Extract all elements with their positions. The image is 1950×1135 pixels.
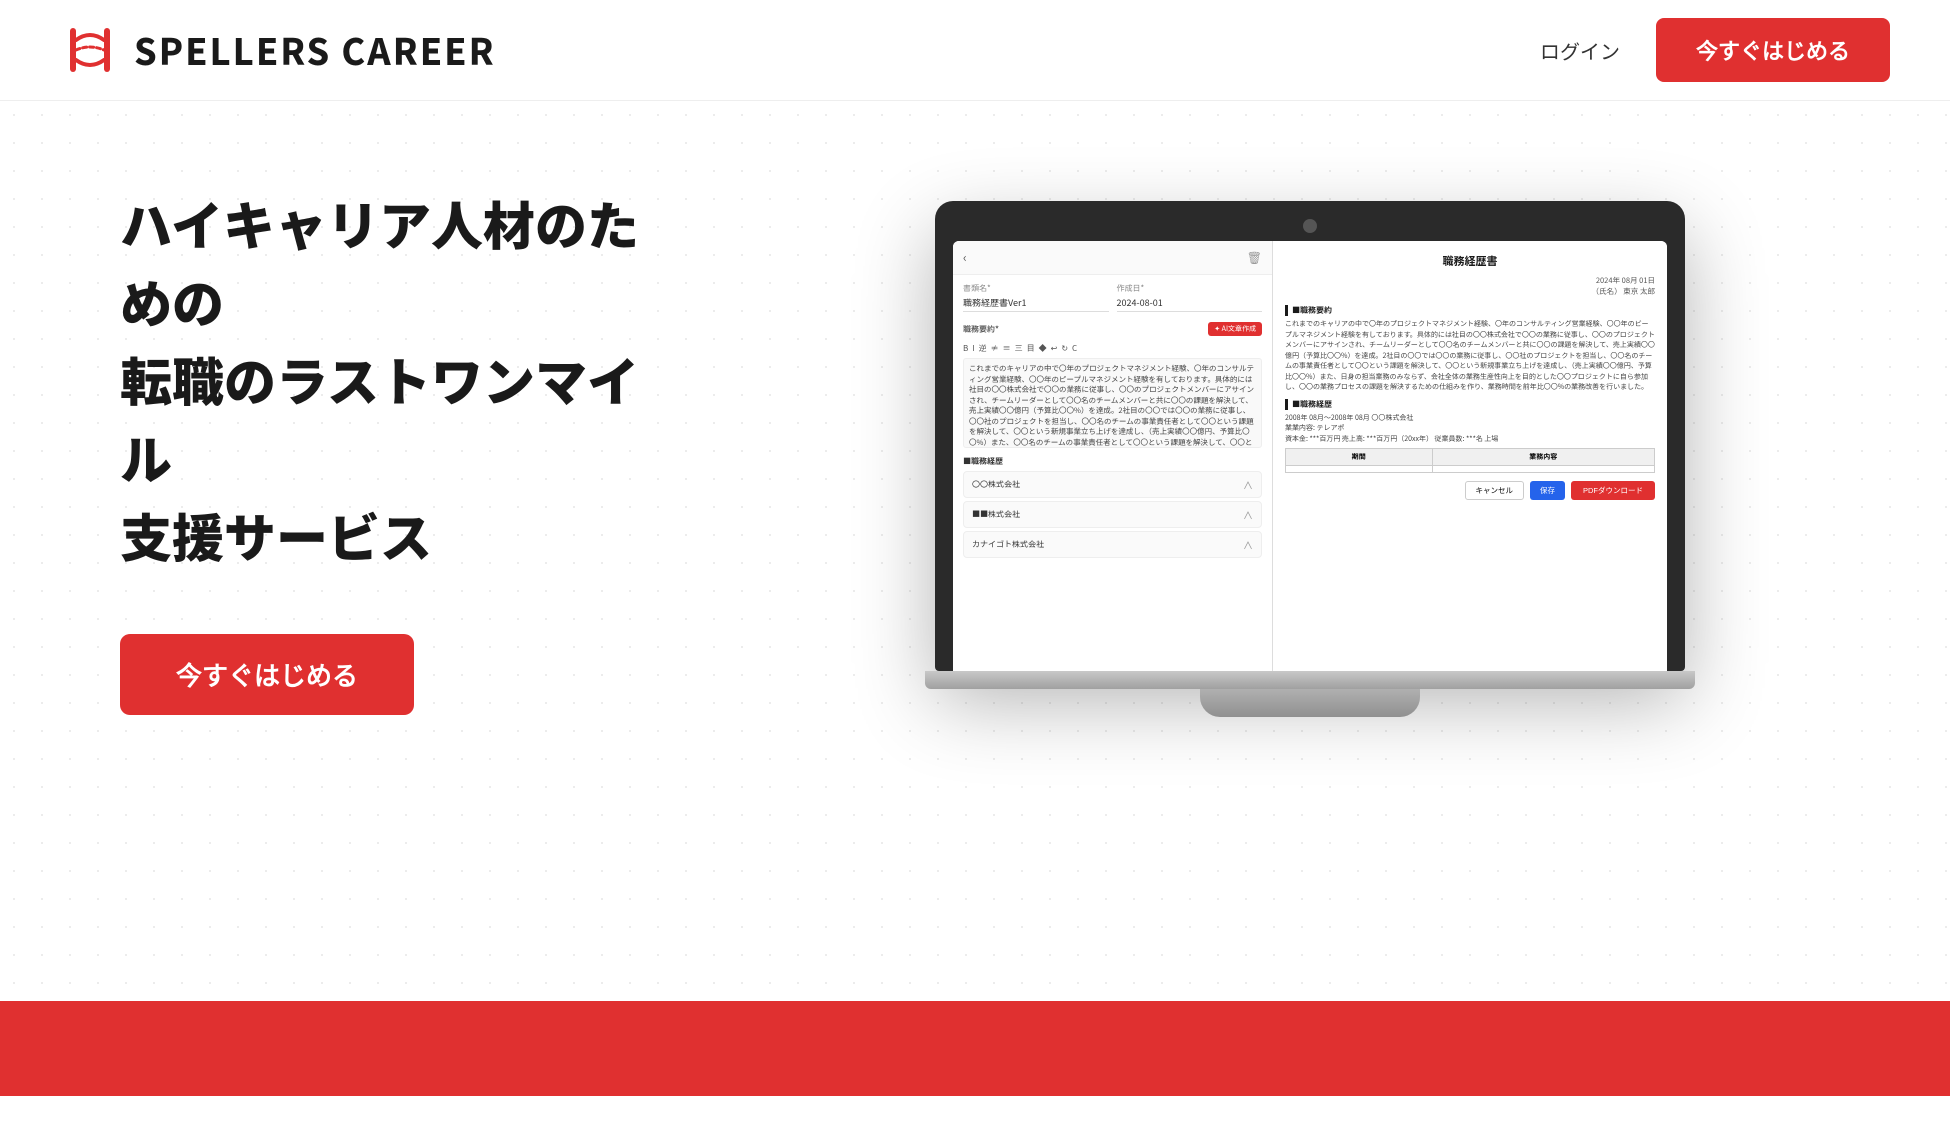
preview-summary-text: これまでのキャリアの中で〇年のプロジェクトマネジメント経験、〇年のコンサルティン… bbox=[1285, 319, 1655, 393]
login-link[interactable]: ログイン bbox=[1540, 36, 1620, 65]
header-nav: ログイン 今すぐはじめる bbox=[1540, 18, 1890, 82]
app-editor-panel: ‹ 🗑 書類名* 職務経歴書Ver1 bbox=[953, 241, 1273, 671]
app-created-value[interactable]: 2024-08-01 bbox=[1117, 296, 1263, 312]
preview-cancel-button[interactable]: キャンセル bbox=[1465, 481, 1525, 500]
laptop-stand bbox=[1200, 689, 1420, 717]
hero-headline: ハイキャリア人材のための 転職のラストワンマイル 支援サービス bbox=[120, 184, 670, 574]
chevron-icon-2: ∧ bbox=[1243, 507, 1253, 522]
hero-section: ハイキャリア人材のための 転職のラストワンマイル 支援サービス 今すぐはじめる … bbox=[0, 101, 1950, 1001]
preview-summary-heading: ■職務要約 bbox=[1285, 305, 1655, 316]
laptop-wrapper: ‹ 🗑 書類名* 職務経歴書Ver1 bbox=[935, 201, 1685, 717]
app-field-date: 作成日* 2024-08-01 bbox=[1117, 283, 1263, 312]
app-toolbar: B I 逆 ≠ ≡ 三 目 ◆ ↩ ↻ bbox=[963, 343, 1262, 354]
preview-table-col1: 期間 bbox=[1286, 449, 1433, 466]
app-field-row-title: 書類名* 職務経歴書Ver1 作成日* 2024-08-01 bbox=[963, 283, 1262, 312]
app-summary-label: 職務要約* bbox=[963, 324, 999, 335]
footer-red-bar bbox=[0, 1001, 1950, 1096]
laptop-frame: ‹ 🗑 書類名* 職務経歴書Ver1 bbox=[935, 201, 1685, 671]
app-doc-title-value[interactable]: 職務経歴書Ver1 bbox=[963, 296, 1109, 312]
chevron-icon-1: ∧ bbox=[1243, 477, 1253, 492]
logo-area: SPELLERS CAREER bbox=[60, 20, 496, 80]
preview-date: 2024年 08月 01日 （氏名） 東京 太郎 bbox=[1285, 275, 1655, 297]
logo-icon bbox=[60, 20, 120, 80]
chevron-icon-3: ∧ bbox=[1243, 537, 1253, 552]
laptop-base bbox=[925, 671, 1695, 689]
app-ai-badge[interactable]: ✦ AI文章作成 bbox=[1208, 322, 1262, 336]
preview-summary-section: ■職務要約 これまでのキャリアの中で〇年のプロジェクトマネジメント経験、〇年のコ… bbox=[1285, 305, 1655, 393]
laptop-screen: ‹ 🗑 書類名* 職務経歴書Ver1 bbox=[953, 241, 1667, 671]
app-work-history-label: ■職務経歴 bbox=[963, 456, 1262, 467]
app-created-label: 作成日* bbox=[1117, 283, 1263, 294]
app-doc-title-label: 書類名* bbox=[963, 283, 1109, 294]
app-back-button[interactable]: ‹ bbox=[963, 249, 967, 266]
preview-work-heading: ■職務経歴 bbox=[1285, 399, 1655, 410]
preview-save-button[interactable]: 保存 bbox=[1530, 481, 1565, 500]
hero-text-area: ハイキャリア人材のための 転職のラストワンマイル 支援サービス 今すぐはじめる bbox=[120, 184, 670, 715]
preview-title: 職務経歴書 bbox=[1285, 253, 1655, 269]
company-row-1[interactable]: 〇〇株式会社 ∧ bbox=[963, 471, 1262, 498]
preview-work-table: 期間 業務内容 bbox=[1285, 448, 1655, 473]
header: SPELLERS CAREER ログイン 今すぐはじめる bbox=[0, 0, 1950, 101]
laptop-notch bbox=[1303, 219, 1317, 233]
app-summary-textarea[interactable]: これまでのキャリアの中で〇年のプロジェクトマネジメント経験、〇年のコンサルティン… bbox=[963, 358, 1262, 448]
app-delete-button[interactable]: 🗑 bbox=[1247, 249, 1262, 266]
preview-company-text: 2008年 08月〜2008年 08月 〇〇株式会社 業業内容: テレアポ 資本… bbox=[1285, 413, 1655, 445]
preview-work-section: ■職務経歴 2008年 08月〜2008年 08月 〇〇株式会社 業業内容: テ… bbox=[1285, 399, 1655, 474]
preview-actions: キャンセル 保存 PDFダウンロード bbox=[1285, 481, 1655, 500]
preview-pdf-button[interactable]: PDFダウンロード bbox=[1571, 481, 1655, 500]
app-companies-section: ■職務経歴 〇〇株式会社 ∧ ■■株式会社 ∧ bbox=[963, 456, 1262, 558]
app-field-doc-title: 書類名* 職務経歴書Ver1 bbox=[963, 283, 1109, 312]
hero-cta-button[interactable]: 今すぐはじめる bbox=[120, 634, 414, 715]
app-preview-panel: 職務経歴書 2024年 08月 01日 （氏名） 東京 太郎 ■職務要約 これま… bbox=[1273, 241, 1667, 671]
logo-text: SPELLERS CAREER bbox=[134, 24, 496, 76]
company-row-2[interactable]: ■■株式会社 ∧ bbox=[963, 501, 1262, 528]
app-ai-bar: 職務要約* ✦ AI文章作成 bbox=[963, 318, 1262, 339]
company-row-3[interactable]: カナイゴト株式会社 ∧ bbox=[963, 531, 1262, 558]
laptop-area: ‹ 🗑 書類名* 職務経歴書Ver1 bbox=[750, 181, 1870, 717]
preview-table-col2: 業務内容 bbox=[1432, 449, 1655, 466]
app-form: 書類名* 職務経歴書Ver1 作成日* 2024-08-01 bbox=[953, 275, 1272, 671]
app-editor-header: ‹ 🗑 bbox=[953, 241, 1272, 275]
header-cta-button[interactable]: 今すぐはじめる bbox=[1656, 18, 1890, 82]
hero-content: ハイキャリア人材のための 転職のラストワンマイル 支援サービス 今すぐはじめる … bbox=[0, 101, 1950, 777]
